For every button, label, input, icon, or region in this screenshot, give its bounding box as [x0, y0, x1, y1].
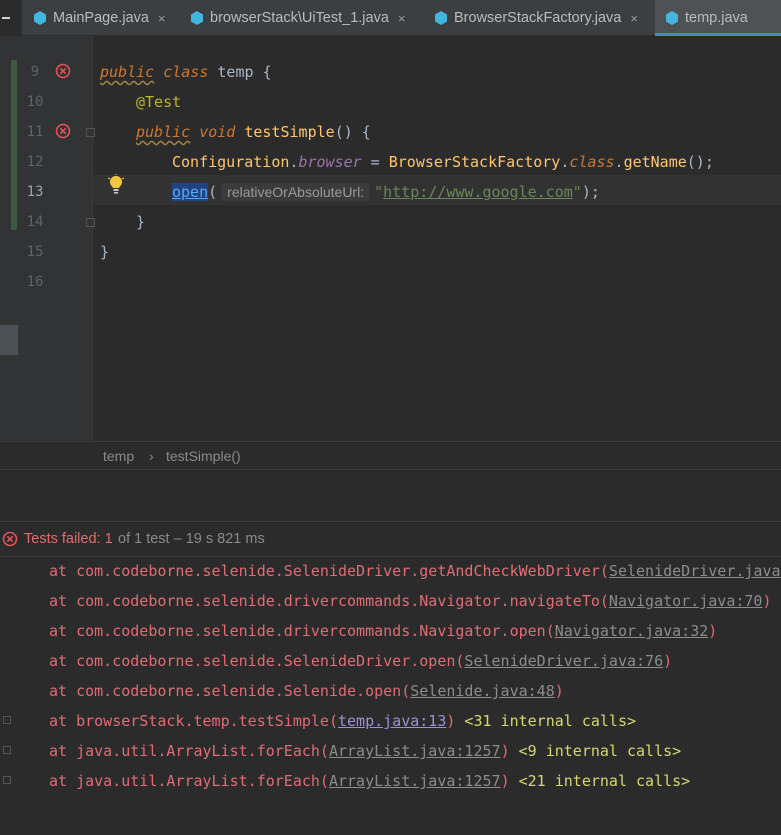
line-number: 11	[26, 124, 44, 140]
stack-trace-line: at com.codeborne.selenide.drivercommands…	[49, 592, 772, 610]
java-file-icon	[435, 11, 447, 25]
editor-tab-bar: MainPage.java × browserStack\UiTest_1.ja…	[0, 0, 781, 36]
line-number: 14	[26, 214, 44, 230]
source-link[interactable]: Navigator.java:32	[555, 622, 709, 640]
source-link[interactable]: SelenideDriver.java	[609, 562, 781, 580]
source-link[interactable]: temp.java:13	[338, 712, 446, 730]
code-editor[interactable]: 9 10 11 12 13 14 15 16 public class temp…	[0, 36, 781, 468]
stack-trace-console[interactable]: at com.codeborne.selenide.SelenideDriver…	[0, 557, 781, 835]
java-file-icon	[191, 11, 203, 25]
tab-label: temp.java	[685, 10, 748, 26]
stack-trace-line: at java.util.ArrayList.forEach(ArrayList…	[49, 772, 691, 790]
breadcrumb-class[interactable]: temp	[103, 448, 134, 464]
tab-browserstackfactory[interactable]: BrowserStackFactory.java ×	[434, 0, 638, 36]
code-line-14: }	[136, 213, 146, 231]
fold-marker[interactable]	[86, 128, 95, 137]
code-line-15: }	[100, 243, 110, 261]
tab-label: browserStack\UiTest_1.java	[210, 10, 389, 26]
line-number: 16	[26, 274, 44, 290]
line-number: 9	[30, 64, 40, 80]
run-error-icon[interactable]	[55, 63, 71, 79]
code-line-10: @Test	[136, 93, 182, 111]
java-file-icon	[666, 11, 678, 25]
stack-trace-line: at com.codeborne.selenide.SelenideDriver…	[49, 562, 781, 580]
tests-failed-label: Tests failed: 1	[24, 531, 113, 547]
code-line-12: Configuration.browser = BrowserStackFact…	[172, 153, 714, 171]
breadcrumb-separator: ›	[149, 448, 154, 464]
line-number: 12	[26, 154, 44, 170]
breadcrumb: temp › testSimple()	[0, 441, 781, 469]
expand-internal-calls-icon[interactable]	[3, 776, 11, 784]
close-icon[interactable]: ×	[630, 11, 638, 26]
tab-uitest[interactable]: browserStack\UiTest_1.java ×	[190, 0, 406, 36]
url-link[interactable]: http://www.google.com	[383, 183, 573, 201]
tab-label: BrowserStackFactory.java	[454, 10, 622, 26]
tab-mainpage[interactable]: MainPage.java ×	[33, 0, 166, 36]
run-tool-window-header	[0, 469, 781, 521]
line-number: 13	[26, 184, 44, 200]
tab-label: MainPage.java	[53, 10, 149, 26]
stack-trace-line: at com.codeborne.selenide.SelenideDriver…	[49, 652, 673, 670]
stack-trace-line: at java.util.ArrayList.forEach(ArrayList…	[49, 742, 682, 760]
expand-internal-calls-icon[interactable]	[3, 716, 11, 724]
code-line-11: public void testSimple() {	[136, 123, 371, 141]
parameter-hint: relativeOrAbsoluteUrl:	[221, 183, 371, 201]
code-line-13: open(relativeOrAbsoluteUrl: "http://www.g…	[172, 183, 600, 201]
vcs-change-marker[interactable]	[11, 60, 17, 230]
expand-internal-calls-icon[interactable]	[3, 746, 11, 754]
test-status-bar: Tests failed: 1 of 1 test – 19 s 821 ms	[0, 521, 781, 557]
line-number: 15	[26, 244, 44, 260]
tests-summary: of 1 test – 19 s 821 ms	[118, 531, 265, 547]
fold-marker[interactable]	[86, 218, 95, 227]
structure-marker	[0, 325, 18, 355]
source-link[interactable]: ArrayList.java:1257	[329, 742, 501, 760]
tab-temp[interactable]: temp.java	[655, 0, 781, 36]
breadcrumb-method[interactable]: testSimple()	[166, 448, 241, 464]
line-number: 10	[26, 94, 44, 110]
close-icon[interactable]: ×	[398, 11, 406, 26]
stack-trace-line: at com.codeborne.selenide.drivercommands…	[49, 622, 718, 640]
code-line-9: public class temp {	[100, 63, 272, 81]
test-failed-icon	[2, 531, 18, 547]
source-link[interactable]: Navigator.java:70	[609, 592, 763, 610]
run-error-icon[interactable]	[55, 123, 71, 139]
stack-trace-line: at browserStack.temp.testSimple(temp.jav…	[49, 712, 637, 730]
lightbulb-icon[interactable]	[107, 174, 125, 196]
tab-list-menu-button[interactable]	[0, 0, 22, 36]
source-link[interactable]: SelenideDriver.java:76	[464, 652, 663, 670]
java-file-icon	[34, 11, 46, 25]
source-link[interactable]: ArrayList.java:1257	[329, 772, 501, 790]
source-link[interactable]: Selenide.java:48	[410, 682, 555, 700]
stack-trace-line: at com.codeborne.selenide.Selenide.open(…	[49, 682, 564, 700]
close-icon[interactable]: ×	[158, 11, 166, 26]
